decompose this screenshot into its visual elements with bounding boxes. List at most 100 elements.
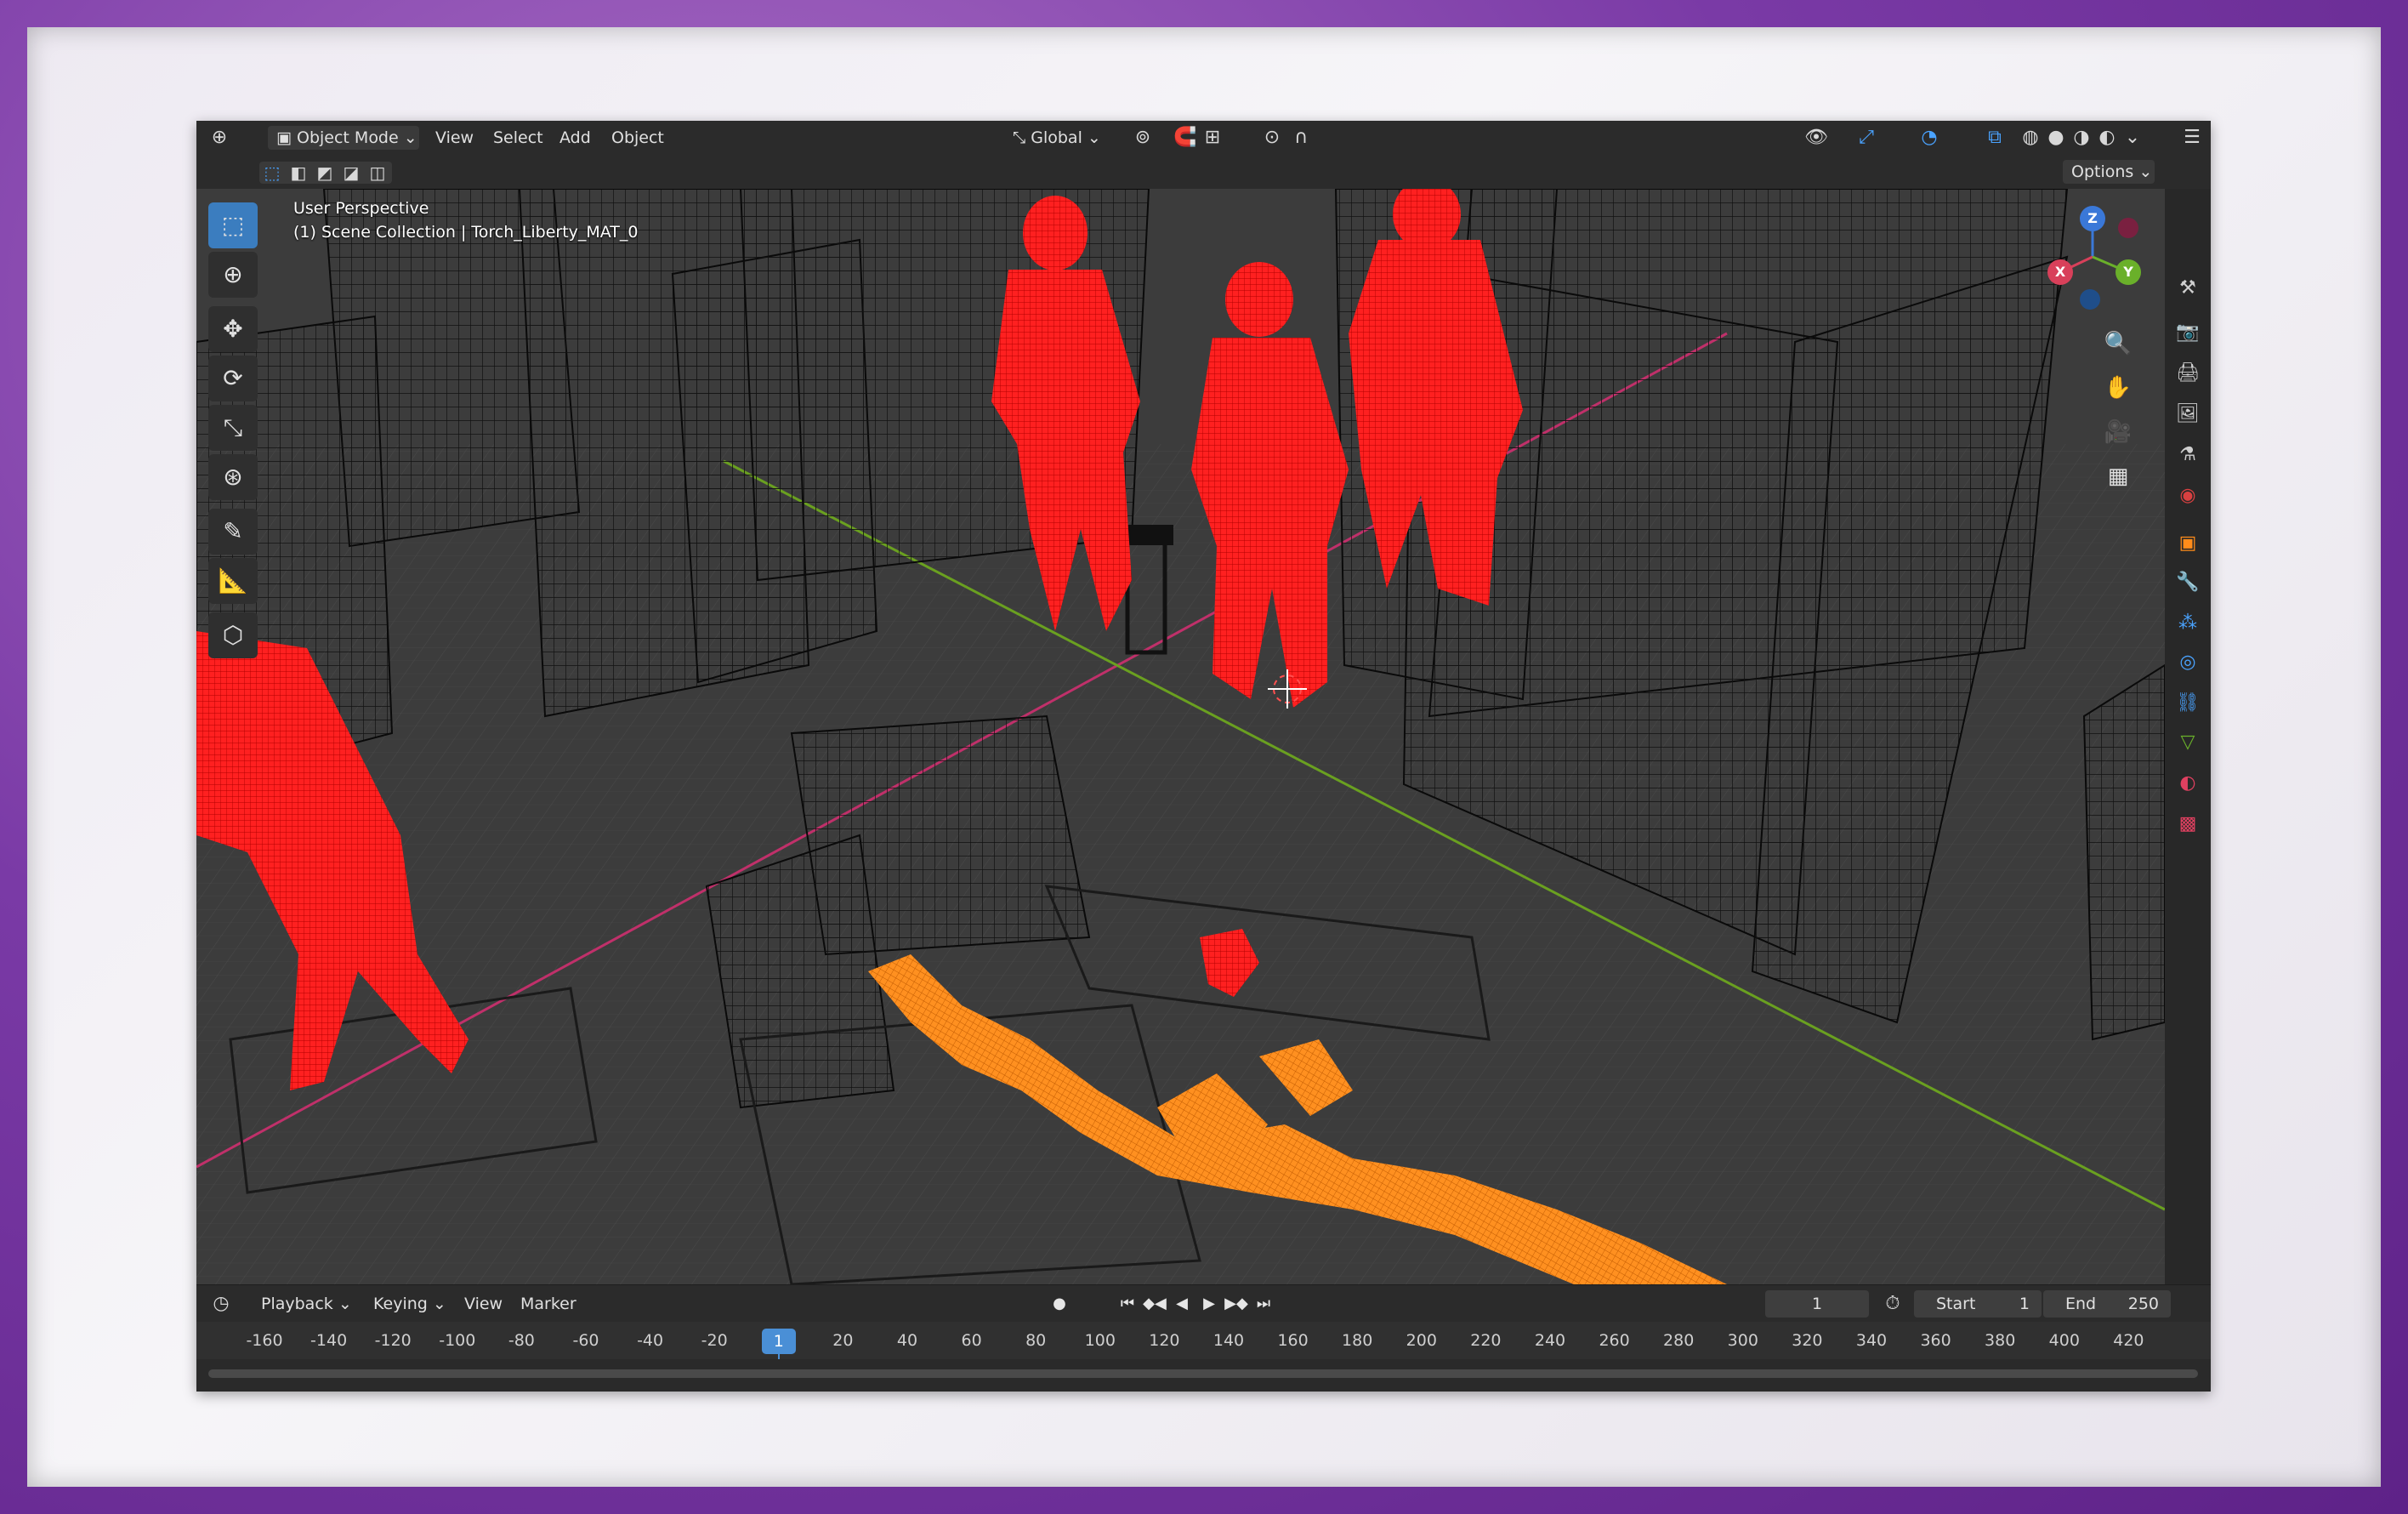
select-new-icon[interactable]: ⬚ [259,161,285,185]
chevron-down-icon[interactable]: ⌄ [2120,126,2145,150]
rotate-icon[interactable]: ⟳ [208,356,258,401]
render-icon[interactable]: 📷 [2173,318,2202,347]
timeline-area[interactable] [196,1359,2211,1392]
3d-viewport[interactable]: User Perspective (1) Scene Collection | … [196,189,2165,1284]
sidebar-toggle-icon[interactable]: ☰ [2179,126,2205,150]
proportional-edit-icon[interactable]: ⊙ [1259,126,1285,150]
ruler-tick-label: 160 [1277,1331,1309,1350]
chevron-down-icon: ⌄ [1082,128,1101,147]
mode-dropdown[interactable]: ▣ Object Mode ⌄ [268,126,419,150]
cursor-icon[interactable]: ⊕ [208,252,258,298]
menu-add[interactable]: Add [559,121,591,155]
gizmo-neg-x[interactable] [2118,218,2138,238]
overlays-icon[interactable]: ◔ [1917,126,1942,150]
select-extend-icon[interactable]: ◧ [286,161,311,185]
timeline-scrollbar[interactable] [208,1369,2198,1378]
menu-object[interactable]: Object [611,121,664,155]
gizmo-z-axis[interactable]: Z [2080,206,2105,231]
perspective-grid-icon[interactable]: ▦ [2099,458,2137,495]
play-reverse-icon[interactable]: ◀ [1169,1292,1195,1316]
object-icon[interactable]: ▣ [2173,529,2202,558]
playhead-frame-indicator[interactable]: 1 [761,1329,796,1354]
ruler-tick-label: -100 [439,1331,476,1350]
ruler-tick-label: 420 [2113,1331,2144,1350]
texture-icon[interactable]: ▩ [2173,810,2202,839]
visibility-icon[interactable]: 👁 [1803,126,1829,150]
gizmo-y-axis[interactable]: Y [2116,259,2141,285]
ruler-tick-label: -160 [246,1331,283,1350]
view-layer-icon[interactable]: 🖼 [2173,400,2202,429]
orientation-label: Global [1031,128,1082,147]
chevron-down-icon: ⌄ [427,1295,446,1313]
viewport-header: ⊕ ▣ Object Mode ⌄ View Select Add Object… [196,121,2211,155]
play-icon[interactable]: ▶ [1196,1292,1222,1316]
material-icon[interactable]: ◐ [2173,769,2202,798]
data-icon[interactable]: ▽ [2173,728,2202,757]
editor-type-icon[interactable]: ⊕ [207,126,232,150]
xray-icon[interactable]: ⧉ [1982,126,2008,150]
record-icon[interactable]: ● [1047,1292,1072,1316]
ruler-tick-label: 320 [1792,1331,1823,1350]
zoom-icon[interactable]: 🔍 [2099,325,2137,362]
camera-view-icon[interactable]: 🎥 [2099,413,2137,451]
transform-orientation-dropdown[interactable]: ⤡ Global ⌄ [1004,126,1115,150]
menu-view[interactable]: View [435,121,474,155]
annotate-icon[interactable]: ✎ [208,509,258,555]
measure-icon[interactable]: 📐 [208,558,258,604]
physics-icon[interactable]: ◎ [2173,648,2202,677]
options-dropdown[interactable]: Options ⌄ [2063,160,2155,184]
snap-icon[interactable]: 🧲 [1173,126,1198,150]
timeline-menu-marker[interactable]: Marker [520,1287,576,1321]
select-box-icon[interactable]: ⬚ [208,202,258,248]
prev-keyframe-icon[interactable]: ◆◀ [1142,1292,1167,1316]
jump-start-icon[interactable]: ⏮ [1115,1292,1140,1316]
particles-icon[interactable]: ⁂ [2173,609,2202,638]
modifier-icon[interactable]: 🔧 [2173,568,2202,597]
selection-mode-group[interactable]: ⬚ ◧ ◩ ◪ ◫ [259,162,392,184]
tool-settings-icon[interactable]: ⚒ [2173,274,2202,303]
playback-dropdown[interactable]: Playback ⌄ [253,1292,361,1316]
ruler-tick-label: 200 [1406,1331,1437,1350]
pivot-point-icon[interactable]: ⊚ [1130,126,1156,150]
end-frame-field[interactable]: End 250 [2043,1290,2171,1318]
next-keyframe-icon[interactable]: ▶◆ [1224,1292,1249,1316]
world-icon[interactable]: ◉ [2173,481,2202,510]
ruler-tick-label: -120 [374,1331,412,1350]
blender-window: ⊕ ▣ Object Mode ⌄ View Select Add Object… [196,121,2211,1392]
start-label: Start [1936,1295,1976,1313]
gizmo-toggle-icon[interactable]: ⤢ [1854,126,1879,150]
navigation-gizmo[interactable]: Z X Y [2042,206,2144,310]
pan-hand-icon[interactable]: ✋ [2099,369,2137,407]
start-frame-field[interactable]: Start 1 [1914,1290,2042,1318]
options-label: Options [2071,162,2134,181]
rendered-shading-icon[interactable]: ◐ [2094,126,2120,150]
mode-label: Object Mode [297,128,399,147]
stopwatch-icon[interactable]: ⏱ [1880,1292,1905,1316]
menu-select[interactable]: Select [493,121,543,155]
timeline-ruler[interactable]: -160 -140 -120 -100 -80 -60 -40 -20 1 20 40 60 80 100… [196,1322,2211,1392]
gizmo-neg-z[interactable] [2080,289,2100,310]
jump-end-icon[interactable]: ⏭ [1251,1292,1276,1316]
output-icon[interactable]: 🖨 [2173,359,2202,388]
timeline-menu-view[interactable]: View [464,1287,503,1321]
transform-icon[interactable]: ⊛ [208,454,258,500]
solid-shading-icon[interactable]: ● [2043,126,2069,150]
scene-icon[interactable]: ⚗ [2173,441,2202,470]
wireframe-shading-icon[interactable]: ◍ [2018,126,2043,150]
snap-increment-icon[interactable]: ⊞ [1200,126,1225,150]
select-intersect-icon[interactable]: ◫ [365,161,390,185]
keying-dropdown[interactable]: Keying ⌄ [365,1292,455,1316]
clock-icon[interactable]: ◷ [208,1292,234,1316]
material-shading-icon[interactable]: ◑ [2069,126,2094,150]
tool-shelf: ⬚ ⊕ ✥ ⟳ ⤡ ⊛ ✎ 📐 ⬡ [208,202,258,662]
select-invert-icon[interactable]: ◪ [338,161,364,185]
scale-icon[interactable]: ⤡ [208,405,258,451]
select-subtract-icon[interactable]: ◩ [312,161,338,185]
current-frame-field[interactable]: 1 [1765,1290,1869,1318]
add-cube-icon[interactable]: ⬡ [208,612,258,658]
move-icon[interactable]: ✥ [208,306,258,352]
gizmo-x-axis[interactable]: X [2047,259,2073,285]
falloff-icon[interactable]: ∩ [1288,126,1314,150]
constraints-icon[interactable]: ⛓ [2173,689,2202,718]
ruler-tick-label: -20 [701,1331,728,1350]
